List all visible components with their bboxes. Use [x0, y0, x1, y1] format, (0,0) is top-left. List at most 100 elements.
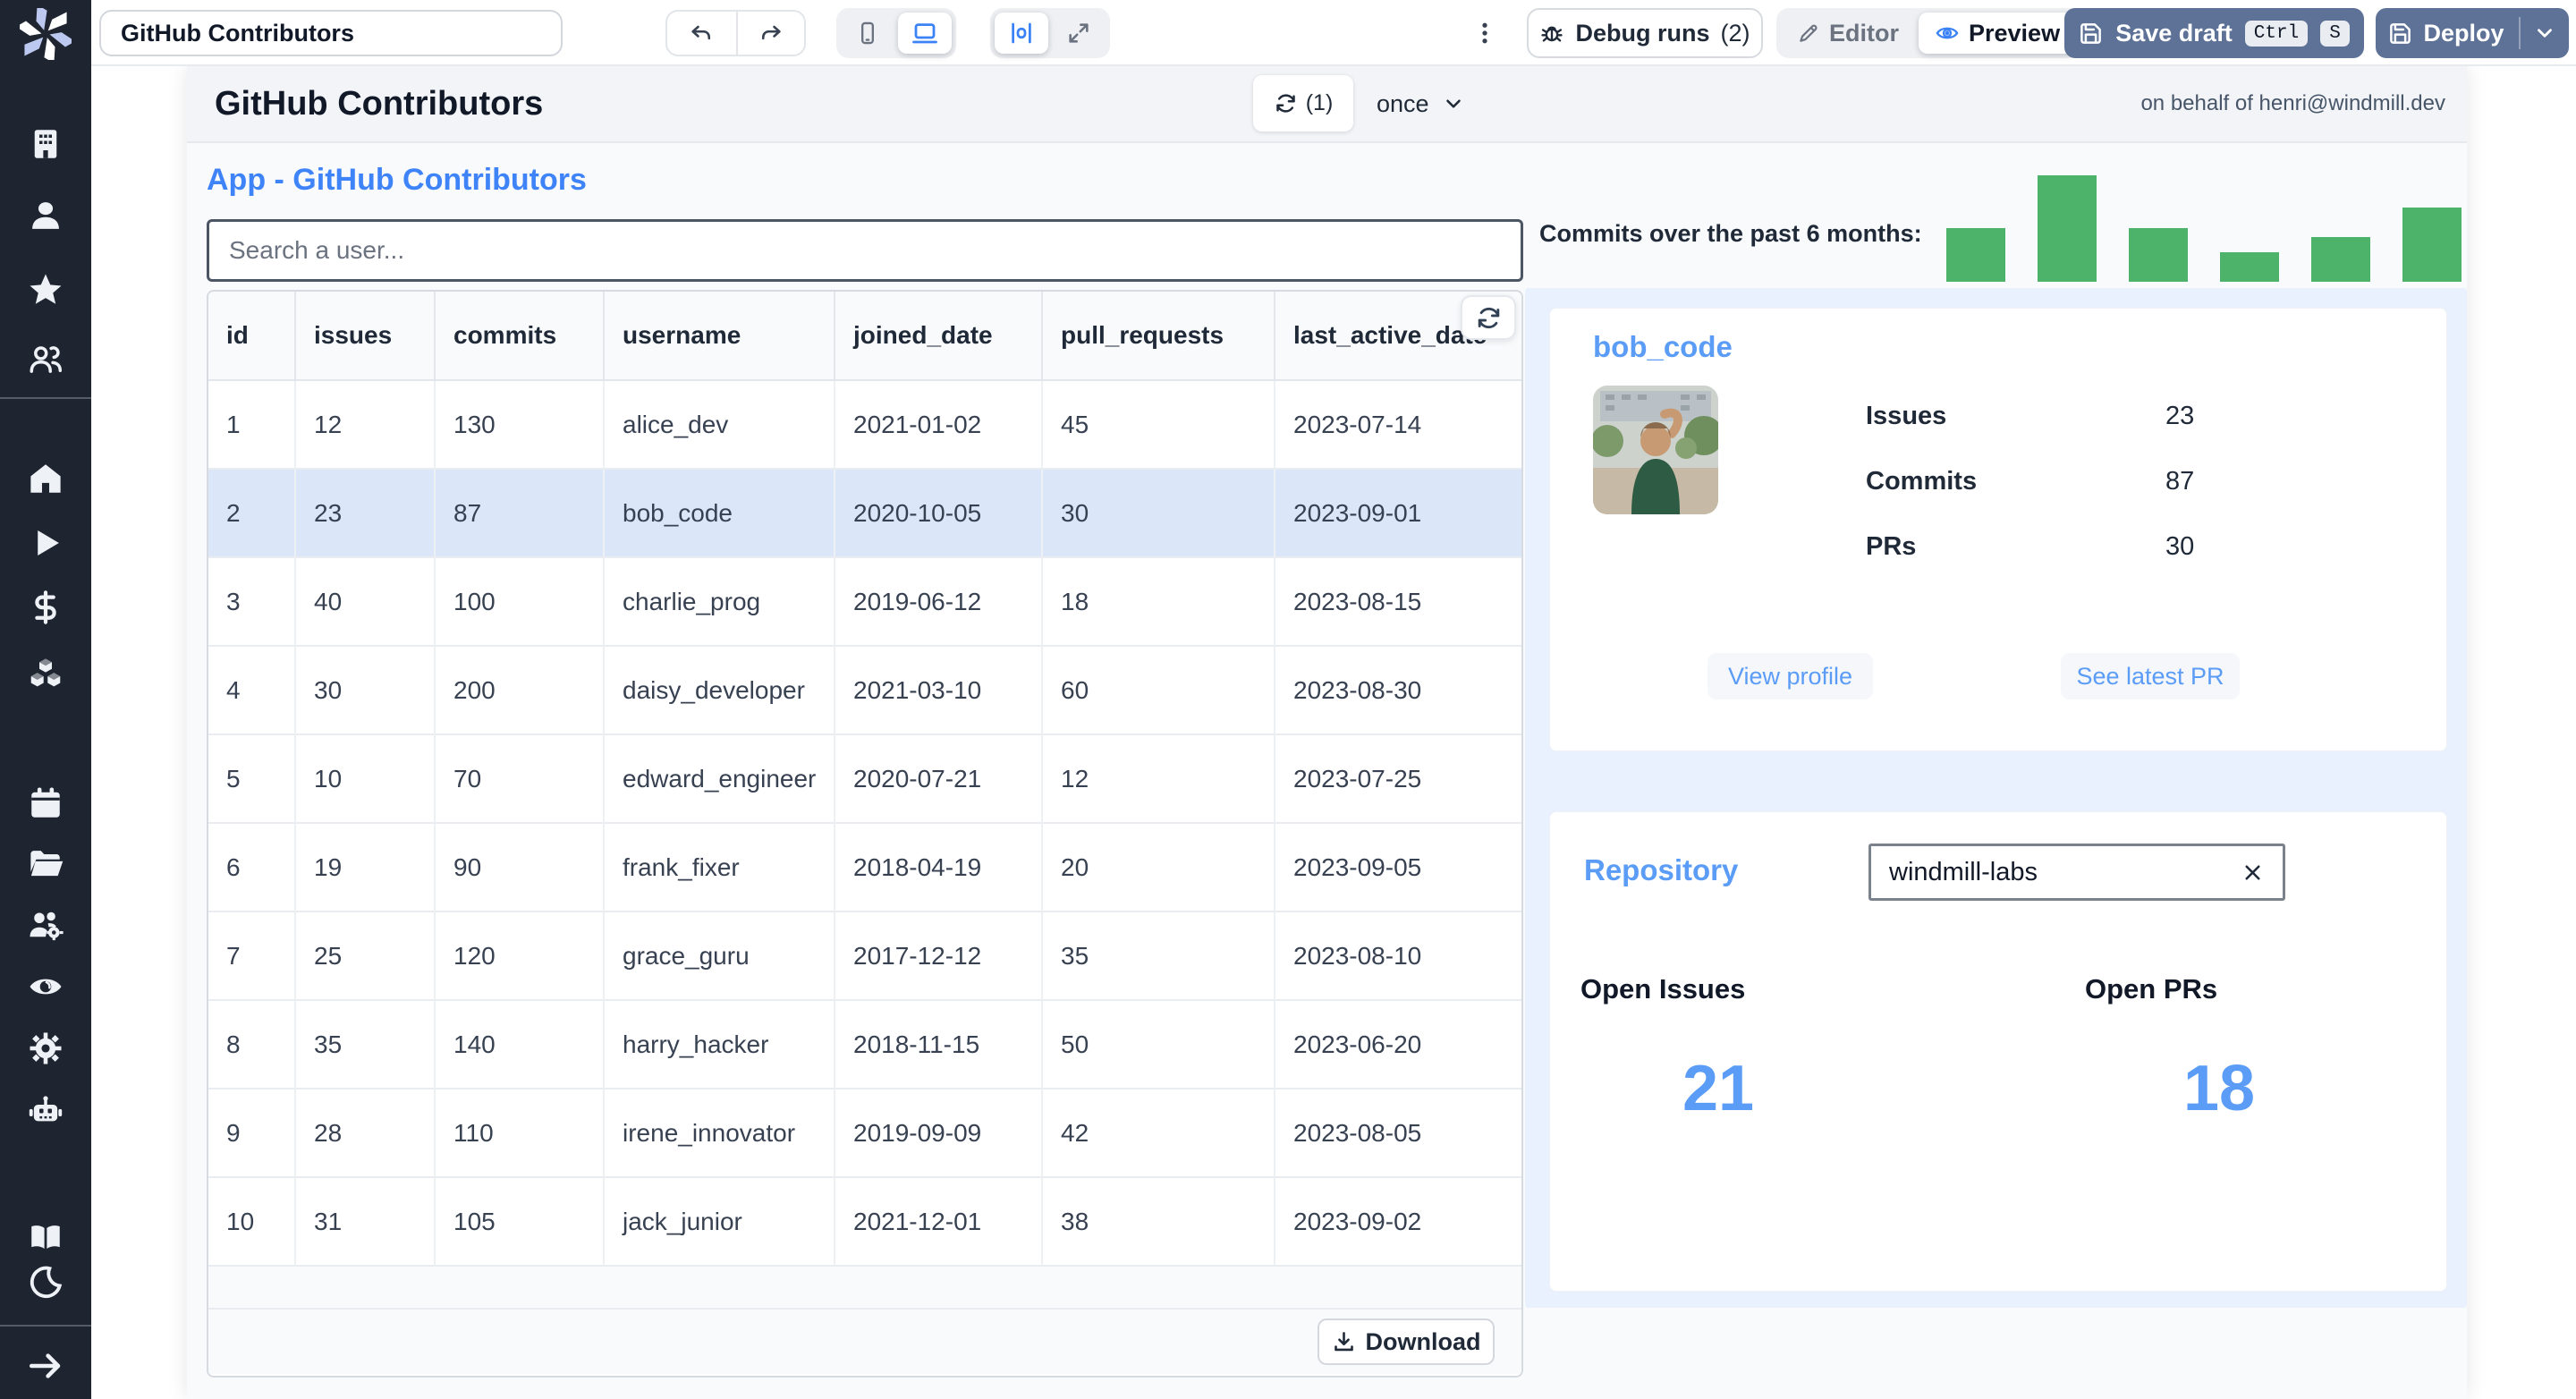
open-issues-value: 21: [1682, 1053, 1755, 1124]
table-cell: edward_engineer: [605, 735, 835, 824]
stat-row: PRs 30: [1866, 514, 2367, 580]
table-cell: 2021-12-01: [835, 1178, 1043, 1267]
table-row[interactable]: 8 35 140 harry_hacker 2018-11-15 50 2023-06-20: [208, 1001, 1521, 1090]
stat-value: 23: [2165, 402, 2195, 430]
deploy-button[interactable]: Deploy: [2376, 8, 2569, 58]
table-row[interactable]: 2 23 87 bob_code 2020-10-05 30 2023-09-01: [208, 470, 1521, 558]
chart-bar: [2311, 237, 2370, 282]
table-row[interactable]: 5 10 70 edward_engineer 2020-07-21 12 2023-07-…: [208, 735, 1521, 824]
moon-icon[interactable]: [24, 1260, 67, 1303]
right-panel: bob_code Issues 23 Commits 87 PRs 30 Vie…: [1525, 288, 2467, 1308]
view-profile-button[interactable]: View profile: [1707, 653, 1873, 700]
table-cell: bob_code: [605, 470, 835, 558]
undo-icon: [691, 25, 711, 40]
stat-row: Issues 23: [1866, 384, 2367, 449]
table-cell: 4: [208, 647, 296, 735]
sidebar-divider: [0, 397, 91, 399]
play-icon[interactable]: [24, 521, 67, 564]
chart-bar: [2402, 208, 2462, 282]
table-cell: 2020-10-05: [835, 470, 1043, 558]
table-row[interactable]: 1 12 130 alice_dev 2021-01-02 45 2023-07-14: [208, 381, 1521, 470]
table-cell: 30: [1043, 470, 1275, 558]
app-title-input[interactable]: [99, 10, 563, 56]
app-header-title: GitHub Contributors: [215, 84, 544, 123]
star-icon[interactable]: [24, 268, 67, 311]
editor-tab[interactable]: Editor: [1781, 13, 1915, 54]
center-align-button[interactable]: [995, 13, 1048, 54]
book-icon[interactable]: [24, 1216, 67, 1259]
table-cell: 18: [1043, 558, 1275, 647]
table-cell: 19: [296, 824, 436, 912]
table-cell: 87: [436, 470, 605, 558]
table-header-cell[interactable]: id: [208, 292, 296, 381]
expand-sidebar-arrow-icon[interactable]: [24, 1344, 67, 1387]
table-cell: harry_hacker: [605, 1001, 835, 1090]
table-refresh-button[interactable]: [1461, 295, 1516, 340]
download-button[interactable]: Download: [1318, 1318, 1495, 1365]
table-cell: 2021-01-02: [835, 381, 1043, 470]
clear-input-button[interactable]: [2241, 861, 2265, 885]
user-group-gear-icon[interactable]: [24, 904, 67, 947]
expand-icon: [1069, 23, 1089, 43]
table-row[interactable]: 4 30 200 daisy_developer 2021-03-10 60 2023-08…: [208, 647, 1521, 735]
table-header-cell[interactable]: username: [605, 292, 835, 381]
gear-icon[interactable]: [24, 1027, 67, 1070]
table-row[interactable]: 7 25 120 grace_guru 2017-12-12 35 2023-08-10: [208, 912, 1521, 1001]
mobile-view-button[interactable]: [841, 13, 894, 54]
table-cell: 12: [1043, 735, 1275, 824]
chart-title: Commits over the past 6 months:: [1539, 220, 1922, 247]
more-options-button[interactable]: [1467, 10, 1503, 56]
dollar-icon[interactable]: [24, 586, 67, 629]
table-cell: 2023-08-15: [1275, 558, 1521, 647]
app-refresh-button[interactable]: (1): [1253, 75, 1353, 131]
table-cell: 110: [436, 1090, 605, 1178]
table-row[interactable]: 10 31 105 jack_junior 2021-12-01 38 2023-09-02: [208, 1178, 1521, 1267]
table-footer: Download: [208, 1310, 1521, 1374]
robot-icon[interactable]: [24, 1090, 67, 1132]
redo-button[interactable]: [735, 12, 805, 55]
table-cell: 2023-08-10: [1275, 912, 1521, 1001]
open-prs-value: 18: [2182, 1053, 2256, 1124]
refresh-icon: [1478, 307, 1499, 328]
table-cell: 2023-09-02: [1275, 1178, 1521, 1267]
table-cell: 90: [436, 824, 605, 912]
undo-redo-group: [665, 10, 806, 56]
table-cell: 2018-04-19: [835, 824, 1043, 912]
stat-value: 87: [2165, 467, 2195, 496]
schedule-dropdown[interactable]: once: [1377, 66, 1465, 141]
table-cell: 2023-06-20: [1275, 1001, 1521, 1090]
preview-tab[interactable]: Preview: [1919, 13, 2077, 54]
search-input[interactable]: [207, 219, 1523, 282]
save-draft-button[interactable]: Save draft Ctrl S: [2064, 8, 2364, 58]
table-cell: daisy_developer: [605, 647, 835, 735]
calendar-icon[interactable]: [24, 782, 67, 825]
see-latest-pr-button[interactable]: See latest PR: [2061, 653, 2240, 700]
debug-runs-count: (2): [1720, 19, 1750, 47]
editor-label: Editor: [1829, 19, 1899, 47]
table-header-cell[interactable]: commits: [436, 292, 605, 381]
table-header-cell[interactable]: issues: [296, 292, 436, 381]
table-cell: 100: [436, 558, 605, 647]
building-icon[interactable]: [24, 123, 67, 165]
eye-icon[interactable]: [24, 965, 67, 1008]
undo-button[interactable]: [667, 12, 736, 55]
folder-icon[interactable]: [24, 843, 67, 886]
table-row[interactable]: 3 40 100 charlie_prog 2019-06-12 18 2023-08-15: [208, 558, 1521, 647]
user-icon[interactable]: [24, 194, 67, 237]
table-row[interactable]: 6 19 90 frank_fixer 2018-04-19 20 2023-09-05: [208, 824, 1521, 912]
windmill-logo-icon[interactable]: [19, 7, 72, 61]
preview-label: Preview: [1969, 19, 2061, 47]
table-cell: 8: [208, 1001, 296, 1090]
debug-runs-button[interactable]: Debug runs (2): [1527, 8, 1763, 58]
fullscreen-button[interactable]: [1052, 13, 1106, 54]
table-header-cell[interactable]: joined_date: [835, 292, 1043, 381]
home-icon[interactable]: [24, 457, 67, 500]
user-group-icon[interactable]: [24, 338, 67, 381]
table-cell: 2018-11-15: [835, 1001, 1043, 1090]
desktop-view-button[interactable]: [898, 13, 952, 54]
table-cell: 9: [208, 1090, 296, 1178]
table-header-cell[interactable]: pull_requests: [1043, 292, 1275, 381]
cubes-icon[interactable]: [24, 652, 67, 695]
table-row[interactable]: 9 28 110 irene_innovator 2019-09-09 42 2023-08…: [208, 1090, 1521, 1178]
repository-input[interactable]: [1889, 857, 2241, 887]
